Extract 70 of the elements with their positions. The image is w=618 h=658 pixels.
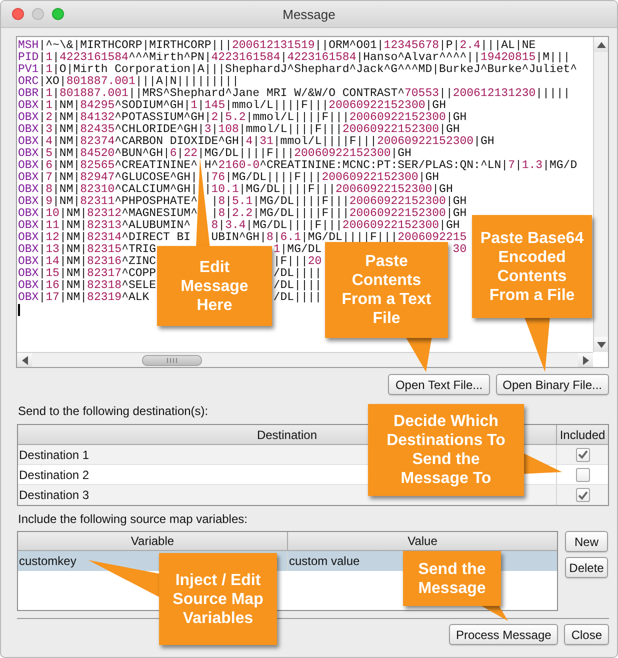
message-text: |8|2.2|MG/DL||||F|||20060922152300|GH — [211, 208, 467, 220]
included-checkbox[interactable] — [576, 448, 590, 462]
message-text: |F|||20 — [273, 256, 322, 268]
message-text: OBX|17|NM|82319^ALK — [18, 292, 150, 304]
message-text: OBX|10|NM|82312^MAGNESIUM^ — [18, 208, 198, 220]
window-title: Message — [282, 6, 336, 22]
variable-name: customkey — [19, 554, 76, 568]
message-text: 30 — [452, 244, 467, 256]
message-text: OBX|16|NM|82318^SELE — [18, 280, 156, 292]
message-text: /DL|||| — [273, 280, 322, 292]
dialog-button[interactable]: Process Message — [448, 624, 558, 645]
message-text: OBX|15|NM|82317^COPP — [18, 268, 156, 280]
down-arrow-icon[interactable] — [596, 342, 606, 348]
message-text: OBX|7|NM|82947^GLUCOSE^GH| — [18, 172, 198, 184]
callout: Edit Message Here — [157, 246, 272, 326]
message-text: OBX|8|NM|82310^CALCIUM^GH| — [18, 184, 198, 196]
message-text: OBX|6|NM|82565^CREATININE^ — [18, 160, 198, 172]
message-text: ORC|XO|801887.001|||A|N||||||||| — [18, 76, 239, 88]
message-text: 8|3.4|MG/DL||||F|||20060922152300|GH — [211, 220, 460, 232]
section-label: Include the following source map variables: — [18, 512, 248, 527]
right-arrow-icon[interactable] — [582, 356, 588, 364]
vertical-scrollbar[interactable] — [593, 37, 608, 352]
open-file-button[interactable]: Open Binary File... — [496, 374, 609, 395]
horizontal-scrollbar[interactable] — [17, 352, 593, 367]
message-text: PID|1|4223161584^^^Mirth^PN|4223161584|4223161584|Hanso^Alvar^^^^||19420815|M||| — [18, 52, 570, 64]
column-header[interactable]: Variable — [18, 532, 288, 550]
message-text: 1|MG/DL — [273, 244, 322, 256]
message-text: OBX|11|NM|82313^ALUBUMIN^ — [18, 220, 191, 232]
column-header[interactable]: Included — [557, 425, 608, 444]
close-button[interactable] — [12, 8, 24, 20]
text-cursor — [18, 304, 20, 316]
message-text: PV1|1|O|Mirth Corporation|A|||ShephardJ^Shephard^Jack^G^^^MD|BurkeJ^Burke^Juliet^ — [18, 64, 578, 76]
destination-name: Destination 1 — [19, 448, 90, 462]
message-text: OBX|3|NM|82435^CHLORIDE^GH|3|108|mmol/L||||F|||20060922152300|GH — [18, 124, 460, 136]
included-checkbox[interactable] — [576, 468, 590, 482]
callout-pointer — [524, 316, 550, 372]
message-text: OBX|14|NM|82316^ZINC — [18, 256, 156, 268]
message-text: OBR|1|801887.001||MRS^Shephard^Jane MRI W/&W/O CONTRAST^70553||200612131230||||| — [18, 88, 570, 100]
dialog-button[interactable]: Close — [564, 624, 609, 645]
message-text: OBX|1|NM|84295^SODIUM^GH|1|145|mmol/L||||F|||20060922152300|GH — [18, 100, 446, 112]
message-text: H^2160-0^CREATININE:MCNC:PT:SER/PLAS:QN:^LN|7|1.3|MG/D — [204, 160, 578, 172]
message-text: OBX|4|NM|82374^CARBON DIOXIDE^GH|4|31|mmol/L||||F|||20060922152300|GH — [18, 136, 494, 148]
left-arrow-icon[interactable] — [22, 356, 28, 364]
callout: Decide Which Destinations To Send the Message To — [368, 404, 524, 496]
message-text: |76|MG/DL||||F|||20060922152300|GH — [204, 172, 440, 184]
message-text: MSH|^~\&|MIRTHCORP|MIRTHCORP|||200612131519||ORM^O01|12345678|P|2.4|||AL|NE — [18, 40, 536, 52]
message-text: OBX|9|NM|82311^PHPOSPHATE^ — [18, 196, 198, 208]
message-text: OBX|12|NM|82314^DIRECT BI — [18, 232, 191, 244]
destination-name: Destination 3 — [19, 488, 90, 502]
message-text: OBX|13|NM|82315^TRIG — [18, 244, 156, 256]
variable-button[interactable]: Delete — [565, 557, 608, 578]
callout: Paste Base64 Encoded Contents From a File — [472, 215, 592, 318]
variable-button[interactable]: New — [565, 531, 608, 552]
destination-name: Destination 2 — [19, 468, 90, 482]
column-header[interactable]: Value — [288, 532, 557, 550]
up-arrow-icon[interactable] — [596, 42, 606, 48]
message-text: |10.1|MG/DL||||F|||20060922152300|GH — [204, 184, 453, 196]
variable-value: custom value — [289, 554, 360, 568]
message-text: /DL|||| — [273, 268, 322, 280]
message-text: /DL|||| — [273, 292, 322, 304]
callout: Paste Contents From a Text File — [325, 242, 448, 338]
message-text: OBX|5|NM|84520^BUN^GH|6|22|MG/DL||||F|||20060922152300|GH — [18, 148, 412, 160]
message-text: OBX|2|NM|84132^POTASSIUM^GH|2|5.2|mmol/L||||F|||20060922152300|GH — [18, 112, 467, 124]
callout: Inject / Edit Source Map Variables — [159, 553, 277, 645]
open-file-button[interactable]: Open Text File... — [388, 374, 490, 395]
section-label: Send to the following destination(s): — [18, 404, 210, 419]
message-text: UBIN^GH|8|6.1|MG/DL||||F|||2006092215 — [211, 232, 467, 244]
included-checkbox[interactable] — [576, 488, 590, 502]
callout: Send the Message — [403, 551, 501, 606]
message-text: |8|5.1|MG/DL||||F|||20060922152300|GH — [211, 196, 467, 208]
